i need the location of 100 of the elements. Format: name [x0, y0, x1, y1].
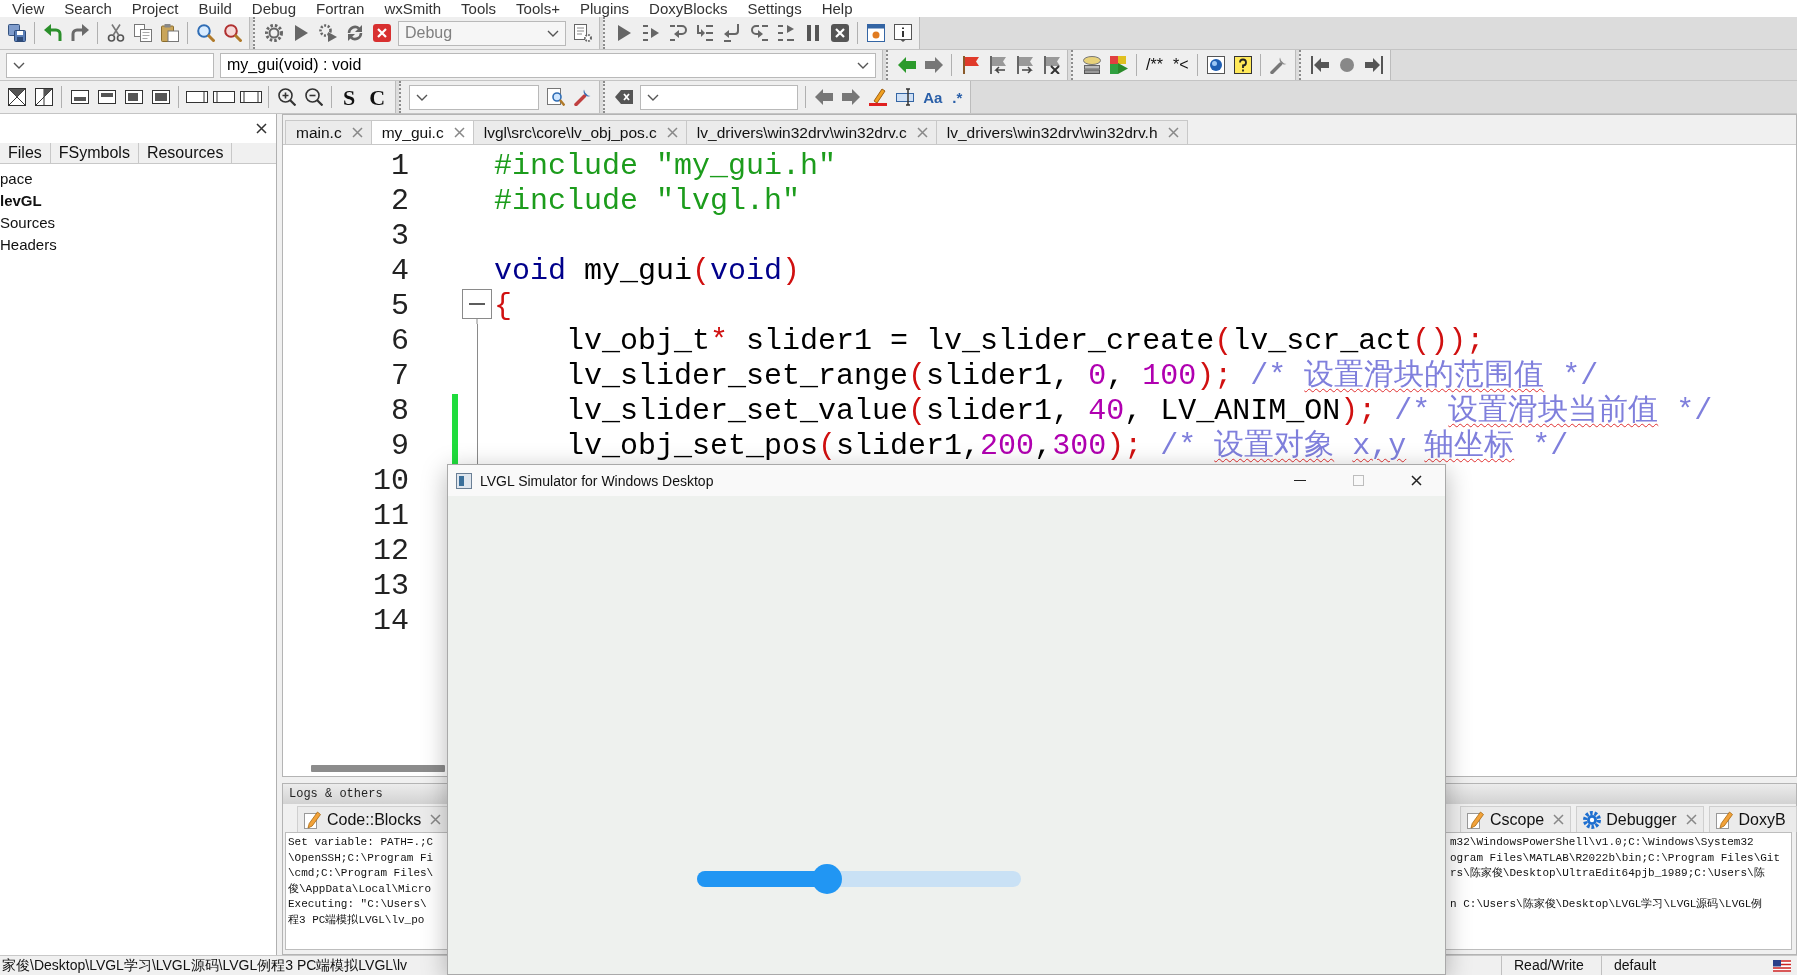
fold-minus-icon[interactable] — [462, 289, 492, 324]
log-tab[interactable]: DoxyB — [1708, 806, 1797, 832]
step-icon[interactable] — [668, 24, 687, 42]
frame-icon[interactable] — [212, 88, 235, 106]
slider-track[interactable] — [697, 864, 1021, 894]
flag-arrow-icon[interactable] — [987, 56, 1006, 74]
step-icon[interactable] — [722, 24, 741, 42]
line-number: 7 — [391, 359, 409, 394]
slider-thumb[interactable] — [811, 864, 842, 894]
code-line: #include "lvgl.h" — [494, 184, 801, 219]
menu-item[interactable]: Fortran — [316, 0, 365, 17]
line-number: 5 — [391, 289, 409, 324]
toolbar-button[interactable]: Aa — [918, 85, 948, 109]
zoom-in-icon[interactable] — [277, 88, 296, 106]
close-icon[interactable] — [1410, 475, 1422, 486]
flag-cross-icon[interactable] — [1041, 56, 1060, 74]
menu-item[interactable]: Plugins — [579, 0, 630, 17]
menu-item[interactable]: Tools — [461, 0, 497, 17]
zoom-out-icon[interactable] — [304, 88, 323, 106]
menu-item[interactable]: Build — [198, 0, 232, 17]
tree-item[interactable]: Sources — [0, 212, 56, 234]
copy-icon[interactable] — [133, 24, 152, 42]
stop-icon[interactable] — [830, 24, 849, 42]
flag-icon[interactable] — [960, 56, 979, 74]
log-line: \OpenSSH;C:\Program Fi — [288, 850, 434, 866]
info-icon[interactable] — [893, 24, 912, 42]
save-all-icon[interactable] — [7, 24, 26, 42]
toolbar-button[interactable]: S — [336, 85, 363, 109]
step-icon[interactable] — [749, 24, 768, 42]
bar-arrow-right-icon[interactable] — [1365, 56, 1383, 74]
log-tab[interactable]: Debugger — [1576, 806, 1704, 832]
bar-arrow-left-icon[interactable] — [1311, 56, 1329, 74]
stack-icon[interactable] — [1082, 56, 1101, 74]
code-line: { — [494, 289, 512, 324]
toolbar-button[interactable]: *< — [1167, 53, 1194, 77]
step-icon[interactable] — [695, 24, 714, 42]
code-line: void my_gui(void) — [494, 254, 801, 289]
log-tab[interactable]: Cscope — [1460, 806, 1572, 832]
toolbar-button[interactable]: .* — [947, 85, 968, 109]
editor-tab[interactable]: my_gui.c — [370, 120, 474, 144]
arrow-right-icon[interactable] — [924, 56, 943, 74]
log-tab[interactable]: Code::Blocks — [297, 806, 449, 832]
menu-item[interactable]: Settings — [747, 0, 802, 17]
paste-icon[interactable] — [160, 24, 179, 42]
page-search-icon[interactable] — [546, 88, 565, 106]
undo-icon[interactable] — [43, 24, 62, 42]
tag-cross-icon[interactable] — [614, 88, 633, 106]
frame-icon[interactable] — [239, 88, 262, 106]
editor-tab[interactable]: lv_drivers\win32drv\win32drv.h — [935, 120, 1188, 144]
editor-tab[interactable]: lv_drivers\win32drv\win32drv.c — [685, 120, 937, 144]
search-icon[interactable] — [196, 24, 215, 42]
menu-item[interactable]: Search — [64, 0, 112, 17]
step-icon[interactable] — [776, 24, 795, 42]
line-number: 9 — [391, 429, 409, 464]
layout-icon[interactable] — [124, 88, 143, 106]
gear-play-icon[interactable] — [318, 24, 337, 42]
scissors-icon[interactable] — [106, 24, 125, 42]
line-number: 12 — [373, 534, 409, 569]
step-icon[interactable] — [641, 24, 660, 42]
menu-item[interactable]: Project — [131, 0, 179, 17]
editor-tab[interactable]: lvgl\src\core\lv_obj_pos.c — [472, 120, 687, 144]
arrow-right-icon[interactable] — [841, 88, 860, 106]
menu-item[interactable]: DoxyBlocks — [649, 0, 728, 17]
flag-arrow-icon[interactable] — [1014, 56, 1033, 74]
function-dropdown[interactable]: my_gui(void) : void — [220, 52, 876, 78]
toolbar-button[interactable]: C — [362, 85, 393, 109]
arrow-left-icon[interactable] — [897, 56, 916, 74]
menu-item[interactable]: Help — [821, 0, 853, 17]
menu-item[interactable]: View — [12, 0, 45, 17]
menu-item[interactable]: Debug — [251, 0, 297, 17]
layout-icon[interactable] — [151, 88, 170, 106]
tree-item[interactable]: Headers — [0, 234, 57, 256]
document-gear-icon[interactable] — [573, 24, 592, 42]
stop-icon[interactable] — [372, 24, 391, 42]
layout-icon[interactable] — [70, 88, 89, 106]
frame-icon[interactable] — [185, 88, 208, 106]
tree-item[interactable]: pace — [0, 168, 33, 190]
toolbar-button[interactable]: /** — [1141, 53, 1168, 77]
layout-icon[interactable] — [97, 88, 116, 106]
gear-icon[interactable] — [264, 24, 283, 42]
square-diagonal-icon[interactable] — [34, 88, 53, 106]
refresh-icon[interactable] — [345, 24, 364, 42]
redo-icon[interactable] — [70, 24, 89, 42]
blocks-icon[interactable] — [1109, 56, 1128, 74]
menu-item[interactable]: Tools+ — [516, 0, 560, 17]
tree-item[interactable]: levGL — [0, 190, 42, 212]
menu-item[interactable]: wxSmith — [384, 0, 442, 17]
text-box-icon[interactable] — [895, 88, 914, 106]
help-icon[interactable] — [1234, 56, 1252, 74]
circle-icon[interactable] — [1340, 58, 1354, 72]
editor-tab[interactable]: main.c — [285, 120, 372, 144]
window-icon[interactable] — [866, 24, 885, 42]
globe-icon[interactable] — [1207, 56, 1225, 74]
square-cross-icon[interactable] — [7, 88, 26, 106]
pencil-icon — [1715, 810, 1734, 829]
highlighter-icon[interactable] — [868, 88, 887, 106]
magnifier-icon[interactable] — [223, 24, 242, 42]
scrollbar-thumb[interactable] — [311, 764, 445, 772]
arrow-left-icon[interactable] — [814, 88, 833, 106]
close-icon[interactable] — [256, 123, 267, 134]
